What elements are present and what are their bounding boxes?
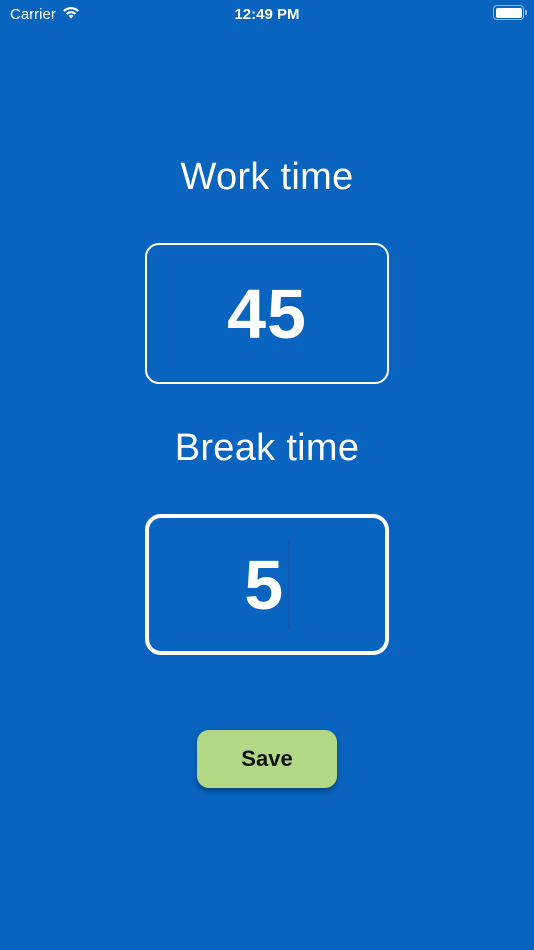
work-time-value: 45 (227, 274, 307, 353)
text-cursor (288, 539, 290, 630)
break-time-label: Break time (174, 427, 360, 469)
battery-icon (493, 5, 527, 20)
status-time: 12:49 PM (234, 6, 300, 23)
break-time-value: 5 (244, 545, 285, 624)
status-right (493, 5, 527, 20)
work-time-input[interactable]: 45 (145, 243, 389, 384)
break-time-input[interactable]: 5 (145, 514, 389, 655)
battery-level (495, 7, 522, 18)
break-time-field: 5 (244, 539, 290, 630)
save-button[interactable]: Save (197, 730, 337, 788)
work-time-label: Work time (180, 156, 354, 198)
status-bar: Carrier 12:49 PM (0, 0, 534, 28)
